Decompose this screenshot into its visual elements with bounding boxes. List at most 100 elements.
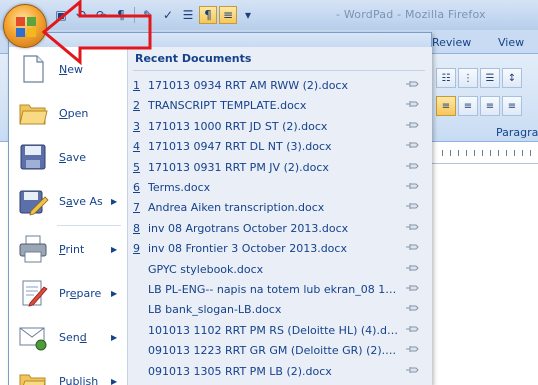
recent-document-name: Terms.docx — [148, 181, 211, 194]
recent-document-name: TRANSCRIPT TEMPLATE.docx — [148, 99, 307, 113]
recent-document-item[interactable]: GPYC stylebook.docx — [133, 260, 423, 280]
justify-icon[interactable]: ≡ — [502, 96, 522, 116]
menu-label: Print — [59, 242, 85, 256]
recent-document-number: 7 — [133, 201, 140, 215]
recent-document-item[interactable]: 7 Andrea Aiken transcription.docx — [133, 198, 423, 218]
recent-document-number: 1 — [133, 79, 140, 92]
submenu-arrow-icon: ▶ — [111, 244, 118, 254]
save-as-icon — [19, 190, 49, 216]
align-center-icon[interactable]: ≡ — [458, 96, 478, 116]
recent-document-number: 4 — [133, 140, 140, 154]
recent-document-name: 091013 1223 RRT GR GM (Deloitte GR) (2).… — [148, 344, 398, 358]
menu-label: Open — [59, 106, 89, 120]
recent-document-number: 3 — [133, 119, 140, 133]
bullets-list-icon[interactable]: ☷ — [436, 68, 456, 88]
recent-document-name: inv 08 Argotrans October 2013.docx — [148, 221, 349, 235]
menu-label: Save — [59, 150, 87, 164]
recent-document-item[interactable]: 9 inv 08 Frontier 3 October 2013.docx — [133, 239, 423, 259]
align-justify-icon[interactable]: ≡ — [219, 6, 237, 24]
recent-document-number: 8 — [133, 221, 140, 235]
numbered-list-icon[interactable]: ⋮ — [458, 68, 478, 88]
recent-document-number: 5 — [133, 160, 140, 174]
recent-document-name: 091013 1305 RRT PM LB (2).docx — [148, 364, 332, 378]
recent-document-name: 171013 0931 RRT PM JV (2).docx — [148, 160, 329, 174]
recent-document-name: Andrea Aiken transcription.docx — [148, 201, 325, 215]
recent-document-item[interactable]: 8 inv 08 Argotrans October 2013.docx — [133, 219, 423, 239]
recent-document-number: 2 — [133, 99, 140, 113]
recent-document-item[interactable]: 101013 1102 RRT PM RS (Deloitte HL) (4).… — [133, 321, 423, 341]
pin-icon[interactable] — [405, 242, 419, 252]
pin-icon[interactable] — [405, 79, 419, 89]
menu-label: Publish — [59, 374, 99, 385]
pin-icon[interactable] — [405, 222, 419, 232]
office-logo-icon — [16, 17, 36, 37]
recent-document-name: 101013 1102 RRT PM RS (Deloitte HL) (4).… — [148, 323, 398, 337]
menu-item-save-as[interactable]: Save As ▶ — [9, 179, 127, 223]
menu-label: Save As — [59, 194, 103, 208]
ruler — [432, 142, 538, 164]
menu-item-send[interactable]: Send ▶ — [9, 315, 127, 359]
menu-item-print[interactable]: Print ▶ — [9, 227, 127, 271]
menu-commands: New Open Save Save As ▶ Print ▶ Prepare … — [9, 47, 127, 385]
recent-document-name: 171013 0947 RRT DL NT (3).docx — [148, 140, 332, 154]
menu-item-open[interactable]: Open — [9, 91, 127, 135]
recent-document-name: 171013 0934 RRT AM RWW (2).docx — [148, 79, 348, 92]
recent-document-item[interactable]: 091013 1223 RRT GR GM (Deloitte GR) (2).… — [133, 341, 423, 361]
pin-icon[interactable] — [405, 283, 419, 293]
pin-icon[interactable] — [405, 263, 419, 273]
pin-icon[interactable] — [405, 201, 419, 211]
recent-document-item[interactable]: 091013 1305 RRT PM LB (2).docx — [133, 362, 423, 382]
menu-label: Send — [59, 330, 87, 344]
document-area[interactable] — [432, 164, 538, 385]
align-left-icon[interactable]: ≡ — [436, 96, 456, 116]
recent-document-item[interactable]: 2 TRANSCRIPT TEMPLATE.docx — [133, 96, 423, 116]
ltr-icon[interactable]: ¶ — [199, 6, 217, 24]
recent-document-name: LB bank_slogan-LB.docx — [148, 303, 282, 317]
recent-document-item[interactable]: 4 171013 0947 RRT DL NT (3).docx — [133, 137, 423, 157]
recent-document-name: LB PL-ENG-- napis na totem lub ekran_08 … — [148, 283, 398, 296]
customize-qat-icon[interactable]: ▾ — [239, 6, 257, 24]
list-buttons-row: ☷ ⋮ ☰ ↕ — [436, 68, 522, 88]
send-icon — [19, 327, 47, 351]
recent-document-item[interactable]: 1 171013 0934 RRT AM RWW (2).docx — [133, 76, 423, 96]
recent-document-name: GPYC stylebook.docx — [148, 262, 264, 276]
menu-separator — [57, 225, 121, 226]
pin-icon[interactable] — [405, 99, 419, 109]
tab-view[interactable]: View — [498, 36, 524, 49]
pin-icon[interactable] — [405, 120, 419, 130]
open-folder-icon — [19, 104, 48, 125]
multilevel-list-icon[interactable]: ☰ — [480, 68, 500, 88]
submenu-arrow-icon: ▶ — [111, 288, 118, 298]
bullets-icon[interactable]: ☰ — [179, 6, 197, 24]
recent-document-item[interactable]: LB bank_slogan-LB.docx — [133, 300, 423, 320]
recent-document-item[interactable]: 5 171013 0931 RRT PM JV (2).docx — [133, 158, 423, 178]
window-title: - WordPad - Mozilla Firefox — [336, 8, 486, 21]
tab-review[interactable]: Review — [432, 36, 471, 49]
submenu-arrow-icon: ▶ — [111, 376, 118, 385]
recent-document-item[interactable]: 6 Terms.docx — [133, 178, 423, 198]
recent-document-number: 9 — [133, 242, 140, 256]
publish-icon — [19, 374, 46, 385]
menu-item-prepare[interactable]: Prepare ▶ — [9, 271, 127, 315]
align-buttons-row: ≡ ≡ ≡ ≡ — [436, 96, 522, 116]
pin-icon[interactable] — [405, 324, 419, 334]
pin-icon[interactable] — [405, 303, 419, 313]
recent-document-item[interactable]: 3 171013 1000 RRT JD ST (2).docx — [133, 117, 423, 137]
recent-document-item[interactable]: LB PL-ENG-- napis na totem lub ekran_08 … — [133, 280, 423, 300]
menu-label: Prepare — [59, 286, 102, 300]
align-right-icon[interactable]: ≡ — [480, 96, 500, 116]
recent-document-name: 171013 1000 RRT JD ST (2).docx — [148, 119, 328, 133]
submenu-arrow-icon: ▶ — [111, 196, 118, 206]
menu-item-publish[interactable]: Publish ▶ — [9, 359, 127, 385]
spellcheck-icon[interactable]: ✓ — [159, 6, 177, 24]
pin-icon[interactable] — [405, 365, 419, 375]
menu-item-save[interactable]: Save — [9, 135, 127, 179]
annotation-arrow-icon — [41, 0, 152, 66]
recent-document-number: 6 — [133, 181, 140, 194]
pin-icon[interactable] — [405, 344, 419, 354]
sort-icon[interactable]: ↕ — [502, 68, 522, 88]
recent-document-name: inv 08 Frontier 3 October 2013.docx — [148, 242, 347, 256]
pin-icon[interactable] — [405, 140, 419, 150]
pin-icon[interactable] — [405, 181, 419, 191]
pin-icon[interactable] — [405, 161, 419, 171]
